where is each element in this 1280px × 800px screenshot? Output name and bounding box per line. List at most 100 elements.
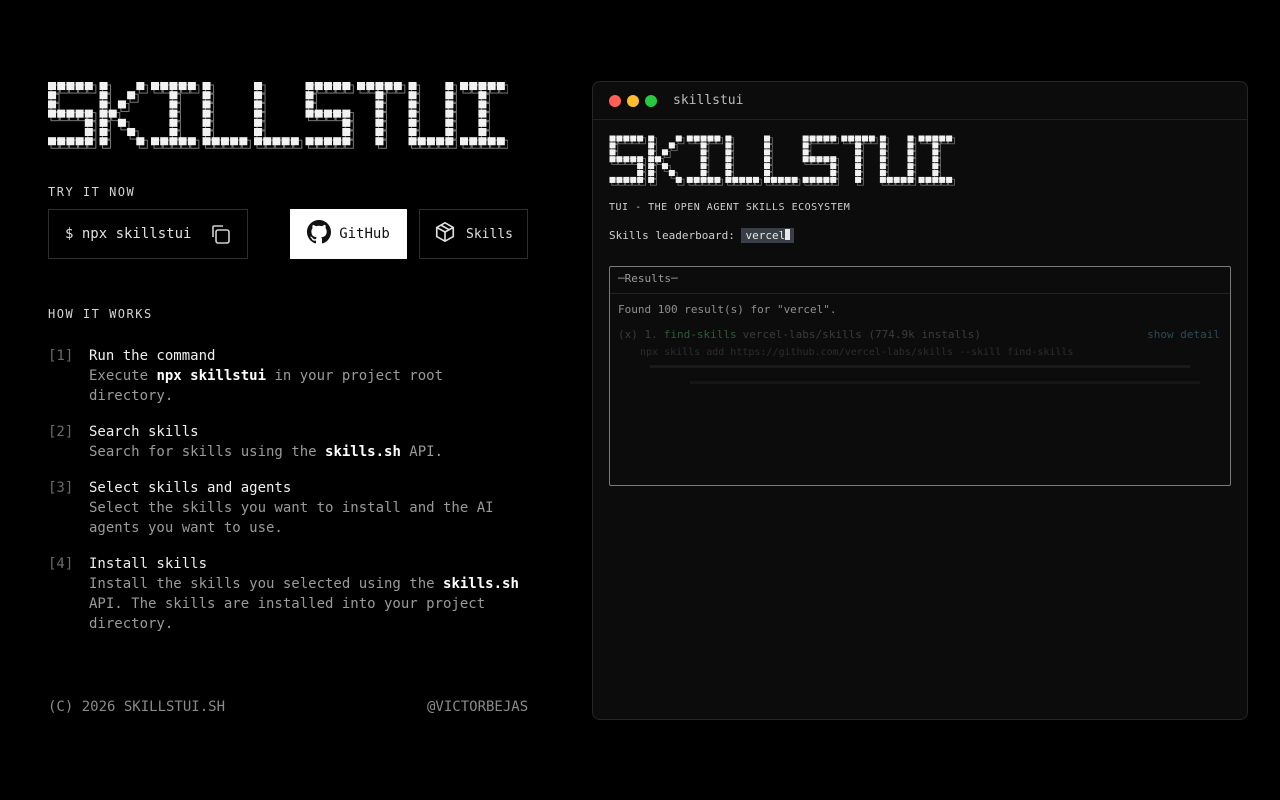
logo-pixel [202,118,211,127]
how-it-works-label: HOW IT WORKS [48,307,153,321]
logo-pixel [946,135,953,142]
logo-pixel [802,156,809,163]
install-command-text: $ npx skillstui [65,226,192,242]
show-detail-link[interactable]: show detail [1147,328,1220,341]
step-item: [4] Install skills Install the skills yo… [48,554,528,634]
logo-pixel [469,137,478,146]
logo-pixel [254,128,263,137]
maximize-window-button[interactable] [645,94,657,107]
logo-pixel [478,118,487,127]
logo-pixel [136,82,145,91]
logo-pixel [637,135,644,142]
logo-pixel [48,109,57,118]
logo-pixel [655,156,662,163]
logo-pixel [609,176,616,183]
logo-pixel [802,142,809,149]
logo-pixel [254,118,263,127]
result-row[interactable]: (x) 1. find-skills vercel-labs/skills (7… [618,328,1220,341]
logo-pixel [84,118,93,127]
logo-pixel [202,91,211,100]
logo-pixel [686,135,693,142]
close-window-button[interactable] [609,94,621,107]
install-command-box[interactable]: $ npx skillstui [48,209,248,259]
logo-pixel [417,137,426,146]
logo-pixel [714,176,721,183]
logo-pixel [855,176,862,183]
logo-pixel [661,149,668,156]
logo-pixel [616,135,623,142]
logo-pixel [932,176,939,183]
logo-pixel [675,176,682,183]
logo-pixel [323,137,332,146]
author-link[interactable]: @VICTORBEJAS [427,699,528,715]
logo-pixel [314,109,323,118]
logo-pixel [932,163,939,170]
logo-pixel [925,176,932,183]
logo-pixel [907,156,914,163]
logo-pixel [99,82,108,91]
step-description: Search for skills using the skills.sh AP… [89,444,444,460]
step-number: [3] [48,480,74,496]
logo-pixel [202,82,211,91]
logo-pixel [48,91,57,100]
logo-pixel [254,82,263,91]
try-it-now-label: TRY IT NOW [48,185,136,199]
logo-pixel [178,82,187,91]
logo-pixel [932,135,939,142]
copyright-text: (C) 2026 SKILLSTUI.SH [48,699,226,715]
logo-pixel [764,135,771,142]
logo-pixel [408,109,417,118]
logo-pixel [609,156,616,163]
logo-pixel [764,176,771,183]
step-title: Select skills and agents [89,480,292,496]
skills-button[interactable]: Skills [419,209,528,259]
step-title: Search skills [89,424,199,440]
search-query-input[interactable]: vercel [741,228,795,243]
logo-pixel [725,156,732,163]
logo-pixel [693,176,700,183]
logo-pixel [84,109,93,118]
logo-pixel [342,118,351,127]
logo-pixel [66,137,75,146]
logo-pixel [893,176,900,183]
logo-pixel [907,142,914,149]
logo-pixel [693,135,700,142]
logo-pixel [946,176,953,183]
logo-pixel [823,156,830,163]
step-number: [2] [48,424,74,440]
logo-pixel [57,137,66,146]
minimize-window-button[interactable] [627,94,639,107]
logo-pixel [648,149,655,156]
logo-pixel [648,135,655,142]
logo-pixel [75,137,84,146]
copy-icon[interactable] [209,223,231,245]
logo-pixel [366,82,375,91]
logo-pixel [879,156,886,163]
logo-pixel [868,135,875,142]
logo-pixel [932,156,939,163]
logo-pixel [918,135,925,142]
faded-result-text [650,365,1200,384]
logo-pixel [925,135,932,142]
logo-pixel [445,137,454,146]
logo-pixel [802,135,809,142]
logo-pixel [445,118,454,127]
logo-pixel [187,137,196,146]
logo-pixel [460,82,469,91]
logo-pixel [623,135,630,142]
logo-pixel [855,156,862,163]
logo-pixel [932,149,939,156]
logo-pixel [151,82,160,91]
github-button[interactable]: GitHub [290,209,407,259]
logo-pixel [802,176,809,183]
logo-pixel [478,128,487,137]
logo-pixel [239,137,248,146]
logo-pixel [169,82,178,91]
logo-pixel [342,82,351,91]
logo-pixel [254,137,263,146]
logo-pixel [393,82,402,91]
logo-pixel [855,135,862,142]
logo-pixel [384,82,393,91]
logo-pixel [169,118,178,127]
logo-pixel [487,82,496,91]
